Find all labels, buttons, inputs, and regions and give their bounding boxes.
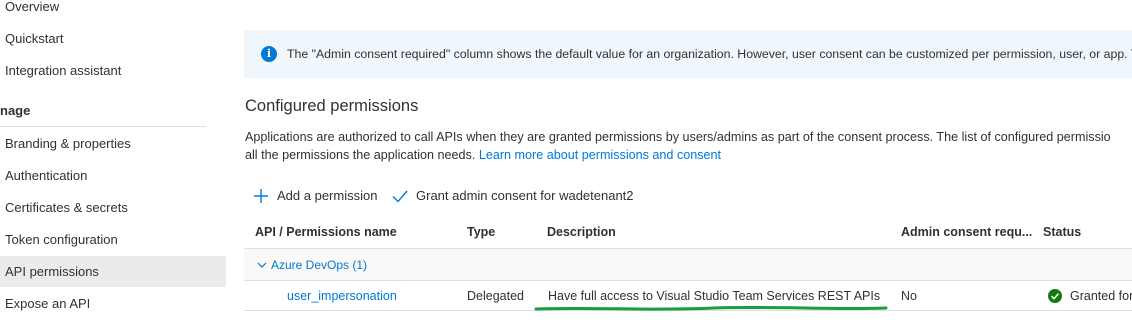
column-header-type[interactable]: Type <box>467 216 495 248</box>
sidebar-item-api-permissions[interactable]: API permissions <box>0 256 226 287</box>
add-permission-button[interactable]: Add a permission <box>252 183 382 209</box>
description-line-1: Applications are authorized to call APIs… <box>245 130 1111 144</box>
column-header-status[interactable]: Status <box>1043 216 1081 248</box>
info-icon: i <box>261 46 277 62</box>
sidebar-divider <box>0 126 206 127</box>
sidebar-item-branding[interactable]: Branding & properties <box>0 129 226 159</box>
description-line-2: all the permissions the application need… <box>245 146 1132 164</box>
page-title: Configured permissions <box>245 97 419 115</box>
permission-name-link[interactable]: user_impersonation <box>287 281 397 311</box>
sidebar-item-integration-assistant[interactable]: Integration assistant <box>0 56 226 86</box>
grant-admin-consent-label: Grant admin consent for wadetenant2 <box>416 188 634 203</box>
sidebar-item-quickstart[interactable]: Quickstart <box>0 24 226 54</box>
column-header-name[interactable]: API / Permissions name <box>255 216 397 248</box>
info-banner-text: The "Admin consent required" column show… <box>287 47 1132 61</box>
main-content: i The "Admin consent required" column sh… <box>226 0 1132 324</box>
sidebar-item-certificates[interactable]: Certificates & secrets <box>0 193 226 223</box>
admin-consent-value: No <box>901 289 917 303</box>
sidebar-item-token-configuration[interactable]: Token configuration <box>0 225 226 255</box>
learn-more-link[interactable]: Learn more about permissions and consent <box>479 148 721 162</box>
section-description: Applications are authorized to call APIs… <box>245 128 1132 164</box>
add-permission-label: Add a permission <box>277 188 378 203</box>
sidebar-nav: Overview Quickstart Integration assistan… <box>0 0 226 324</box>
success-check-icon <box>1048 289 1062 303</box>
column-header-description[interactable]: Description <box>547 216 616 248</box>
api-group-label[interactable]: Azure DevOps (1) <box>271 249 367 281</box>
column-header-admin-consent[interactable]: Admin consent requ... <box>901 216 1032 248</box>
plus-icon <box>254 189 268 203</box>
sidebar-item-expose-api[interactable]: Expose an API <box>0 289 226 319</box>
description-line-2-text: all the permissions the application need… <box>245 148 476 162</box>
grant-admin-consent-button[interactable]: Grant admin consent for wadetenant2 <box>391 183 651 209</box>
permission-status: Granted for <box>1070 289 1132 303</box>
chevron-down-icon[interactable] <box>257 260 267 270</box>
annotation-underline <box>534 305 888 311</box>
info-banner: i The "Admin consent required" column sh… <box>244 30 1132 78</box>
sidebar-item-overview[interactable]: Overview <box>0 0 226 22</box>
api-group-row[interactable]: Azure DevOps (1) <box>244 249 1132 281</box>
checkmark-icon <box>392 190 408 203</box>
permission-type: Delegated <box>467 289 524 303</box>
sidebar-item-authentication[interactable]: Authentication <box>0 161 226 191</box>
sidebar-section-manage: nage <box>0 103 31 118</box>
